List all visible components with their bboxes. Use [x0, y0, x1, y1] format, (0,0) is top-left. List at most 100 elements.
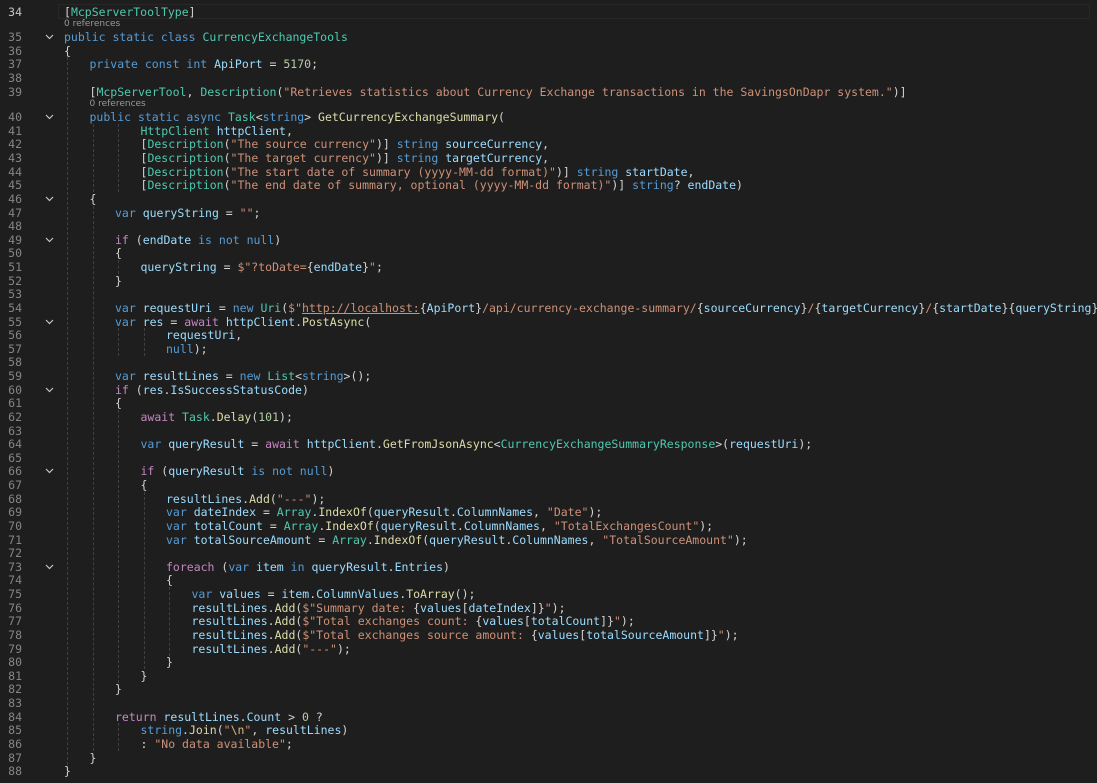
code-token: >(: [715, 437, 730, 451]
code-line[interactable]: 40 public static async Task<string> GetCu…: [0, 110, 1097, 124]
code-line[interactable]: 75 var values = item.ColumnValues.ToArray…: [0, 587, 1097, 601]
code-token: {: [140, 478, 148, 492]
code-line[interactable]: 70 var totalCount = Array. IndexOf(queryRe…: [0, 519, 1097, 533]
code-token: totalCount: [530, 614, 601, 628]
code-token: Join: [188, 723, 217, 737]
code-token: $"Total exchanges source amount:: [302, 628, 531, 642]
code-editor[interactable]: 34 [McpServerToolType] 0 references 35 publi…: [0, 0, 1097, 783]
code-line[interactable]: 84 return resultLines.Count > 0 ?: [0, 710, 1097, 724]
code-line[interactable]: 53: [0, 287, 1097, 301]
code-text: [McpServerToolType]: [64, 5, 196, 19]
code-token: string: [262, 110, 305, 124]
code-token: ,: [186, 85, 201, 99]
code-token: "---": [276, 492, 312, 506]
codelens-label[interactable]: 0 references: [90, 98, 146, 110]
code-token: "TotalExchangesCount": [553, 519, 700, 533]
code-line[interactable]: 48: [0, 219, 1097, 233]
code-line[interactable]: 79 resultLines.Add("---");: [0, 642, 1097, 656]
code-line[interactable]: 68 resultLines.Add("---");: [0, 492, 1097, 506]
code-token: requestUri: [142, 301, 212, 315]
code-line[interactable]: 78 resultLines.Add($"Total exchanges sour…: [0, 628, 1097, 642]
code-line[interactable]: 67 {: [0, 478, 1097, 492]
code-line[interactable]: 87}: [0, 751, 1097, 765]
code-line[interactable]: 42 [Description("The source currency")] s…: [0, 137, 1097, 151]
code-line[interactable]: 86: "No data available";: [0, 737, 1097, 751]
code-text: if (queryResult is not null): [141, 464, 335, 478]
code-line[interactable]: 34 [McpServerToolType]: [0, 5, 1097, 19]
code-line[interactable]: 56 requestUri,: [0, 328, 1097, 342]
line-number: 86: [8, 737, 22, 751]
code-line[interactable]: 66 if (queryResult is not null): [0, 464, 1097, 478]
code-line[interactable]: 83: [0, 696, 1097, 710]
code-line[interactable]: 59 var resultLines = new List<string>();: [0, 369, 1097, 383]
code-token: "The end date of summary, optional (yyyy…: [230, 178, 612, 192]
code-token: var: [166, 505, 194, 519]
code-line[interactable]: 81}: [0, 669, 1097, 683]
code-line[interactable]: 45 [Description("The end date of summary,…: [0, 178, 1097, 192]
line-number: 41: [8, 124, 22, 138]
code-line[interactable]: 38: [0, 71, 1097, 85]
code-line[interactable]: 41 HttpClient httpClient,: [0, 124, 1097, 138]
code-token: =: [163, 315, 185, 329]
code-line[interactable]: 44 [Description("The start date of summar…: [0, 165, 1097, 179]
code-text: [Description("The source currency")] str…: [141, 137, 550, 151]
code-line[interactable]: 82}: [0, 682, 1097, 696]
line-number: 45: [8, 178, 22, 192]
code-token: string: [632, 178, 674, 192]
code-line[interactable]: 51 queryString = $"?toDate={endDate}";: [0, 260, 1097, 274]
code-line[interactable]: 88}: [0, 764, 1097, 778]
code-token: httpClient: [306, 437, 376, 451]
code-line[interactable]: 54 var requestUri = new Uri($"http://loca…: [0, 301, 1097, 315]
code-line[interactable]: 62 await Task.Delay(101);: [0, 410, 1097, 424]
code-token: .: [449, 505, 457, 519]
code-line[interactable]: 64 var queryResult = await httpClient.Get…: [0, 437, 1097, 451]
code-token: =: [244, 437, 266, 451]
codelens-label[interactable]: 0 references: [64, 18, 120, 30]
code-text: public static class CurrencyExchangeTool…: [64, 30, 348, 44]
code-line[interactable]: 72: [0, 546, 1097, 560]
code-line[interactable]: 52}: [0, 274, 1097, 288]
code-token: var: [166, 533, 194, 547]
code-line[interactable]: 58: [0, 355, 1097, 369]
code-line[interactable]: 76 resultLines.Add($"Summary date: {value…: [0, 601, 1097, 615]
code-token: resultLines: [191, 614, 268, 628]
code-line[interactable]: 49 if (endDate is not null): [0, 233, 1097, 247]
code-text: var dateIndex = Array. IndexOf(queryResul…: [166, 505, 602, 519]
code-token: =: [216, 260, 238, 274]
code-line[interactable]: 55 var res = await httpClient.PostAsync(: [0, 315, 1097, 329]
code-token: item: [256, 560, 284, 574]
code-line[interactable]: 85 string.Join("\n", resultLines): [0, 723, 1097, 737]
code-token: string: [576, 165, 626, 179]
line-number: 56: [8, 328, 22, 342]
code-line[interactable]: 43 [Description("The target currency")] s…: [0, 151, 1097, 165]
code-token: ": [223, 723, 231, 737]
code-line[interactable]: 61 {: [0, 396, 1097, 410]
code-line[interactable]: 35 public static class CurrencyExchangeTo…: [0, 30, 1097, 44]
code-text: resultLines.Add($"Summary date: {values[…: [192, 601, 566, 615]
code-token: ]}: [530, 601, 545, 615]
code-line[interactable]: 47 var queryString = "";: [0, 206, 1097, 220]
code-line[interactable]: 71 var totalSourceAmount = Array.IndexOf(…: [0, 533, 1097, 547]
code-line[interactable]: 60 if (res.IsSuccessStatusCode): [0, 383, 1097, 397]
code-line[interactable]: 63: [0, 424, 1097, 438]
code-text: }: [90, 751, 97, 765]
code-line[interactable]: 74 {: [0, 573, 1097, 587]
line-number: 40: [8, 110, 22, 124]
code-line[interactable]: 36 {: [0, 44, 1097, 58]
code-line[interactable]: 65: [0, 451, 1097, 465]
code-token: }: [800, 301, 808, 315]
code-line[interactable]: 77 resultLines.Add($"Total exchanges coun…: [0, 614, 1097, 628]
code-line[interactable]: 39 [McpServerTool, Description("Retrieves…: [0, 85, 1097, 99]
code-token: );: [733, 533, 748, 547]
code-line[interactable]: 50 {: [0, 246, 1097, 260]
code-line[interactable]: 80}: [0, 655, 1097, 669]
code-token: Delay: [216, 410, 252, 424]
code-token: $"Summary date:: [302, 601, 414, 615]
code-line[interactable]: 73 foreach (var item in queryResult.Entri…: [0, 560, 1097, 574]
code-line[interactable]: 69 var dateIndex = Array. IndexOf(queryRes…: [0, 505, 1097, 519]
code-token: Add: [274, 614, 296, 628]
code-line[interactable]: 37 private const int ApiPort = 5170;: [0, 57, 1097, 71]
code-line[interactable]: 57 null);: [0, 342, 1097, 356]
code-line[interactable]: 46 {: [0, 192, 1097, 206]
